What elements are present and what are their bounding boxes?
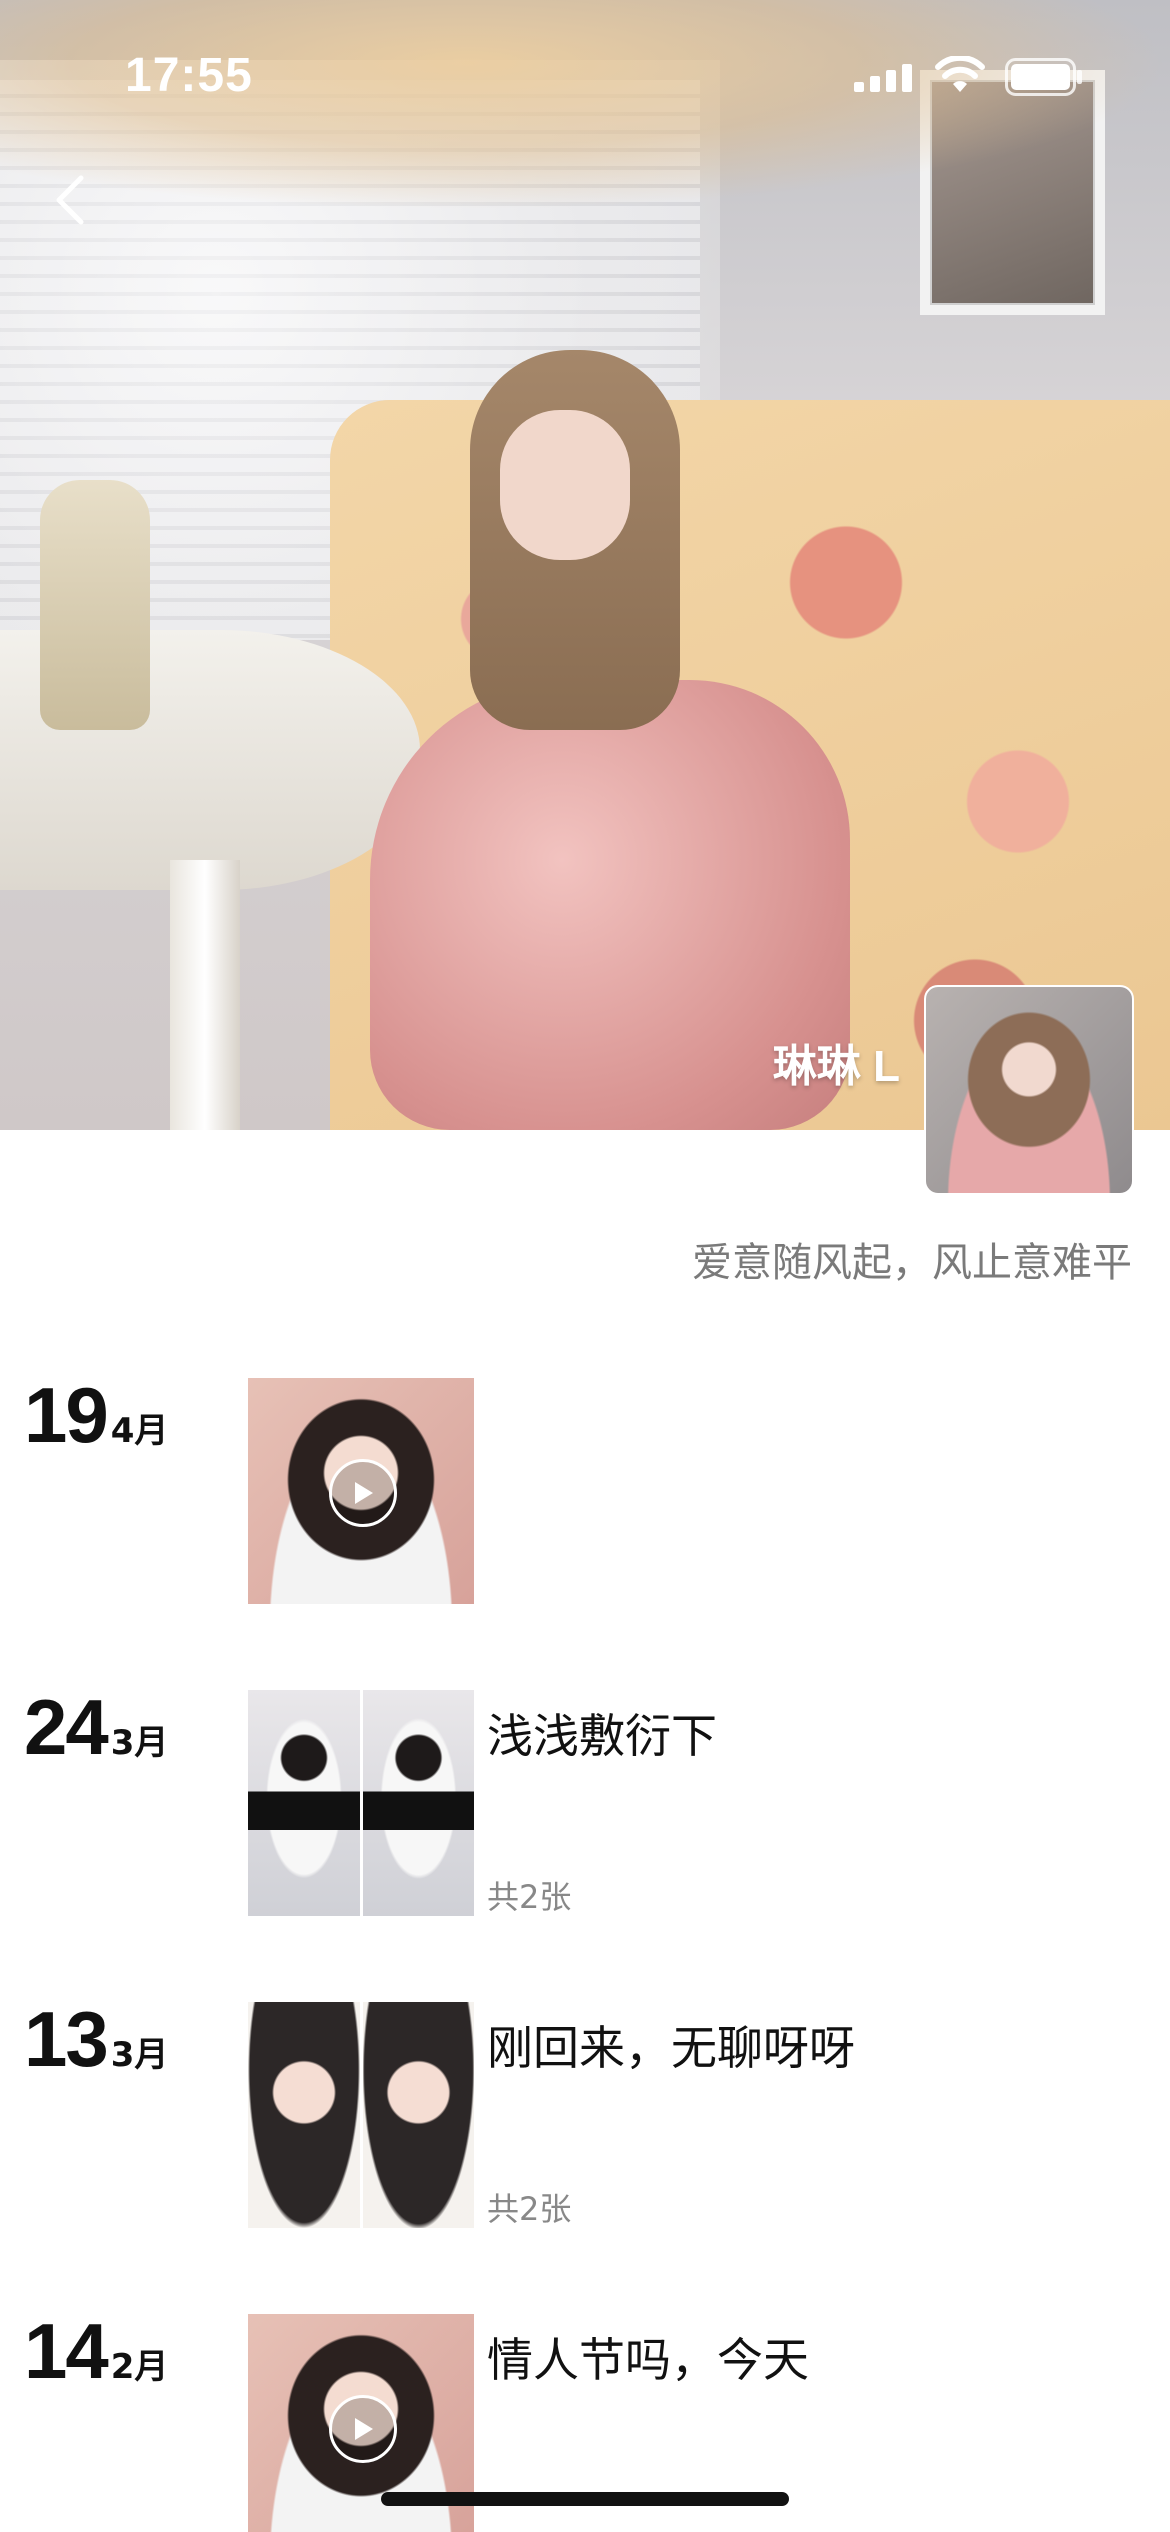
thumbnail-image xyxy=(362,2002,474,2228)
entry-month: 4月 xyxy=(110,1411,169,1451)
entry-day: 13 xyxy=(24,1995,109,2083)
entry-date: 19 4月 xyxy=(24,1370,168,1461)
entry-caption: 浅浅敷衍下 xyxy=(487,1709,717,1763)
entry-caption: 情人节吗，今天 xyxy=(487,2333,809,2387)
entry-caption: 刚回来，无聊呀呀 xyxy=(487,2021,855,2075)
timeline-entry[interactable]: 24 3月 浅浅敷衍下 共2张 xyxy=(0,1682,1170,1916)
entry-date: 24 3月 xyxy=(24,1682,168,1773)
play-icon xyxy=(329,2395,397,2463)
entry-photo-grid[interactable] xyxy=(248,1690,474,1916)
avatar[interactable] xyxy=(924,985,1134,1195)
thumbnail-image xyxy=(362,1690,474,1916)
entry-month: 2月 xyxy=(110,2347,169,2387)
profile-name: 琳琳 L xyxy=(772,1042,900,1091)
status-bar: 17:55 xyxy=(0,0,1170,150)
wifi-icon xyxy=(935,56,985,92)
back-button[interactable] xyxy=(40,170,100,230)
chevron-left-icon xyxy=(56,175,84,225)
play-icon xyxy=(329,1459,397,1527)
entry-month: 3月 xyxy=(110,2035,169,2075)
cover-vase xyxy=(40,480,150,730)
entry-date: 13 3月 xyxy=(24,1994,168,2085)
entry-day: 14 xyxy=(24,2307,109,2395)
entry-photo-count: 共2张 xyxy=(487,1878,572,1916)
entry-day: 19 xyxy=(24,1371,109,1459)
timeline-entry[interactable]: 13 3月 刚回来，无聊呀呀 共2张 xyxy=(0,1994,1170,2228)
battery-icon xyxy=(1005,58,1082,96)
home-indicator[interactable] xyxy=(381,2492,789,2506)
entry-photo-grid[interactable] xyxy=(248,2002,474,2228)
cover-photo[interactable] xyxy=(0,0,1170,1130)
entry-video-thumbnail[interactable] xyxy=(248,1378,474,1604)
thumbnail-image xyxy=(248,2002,360,2228)
cover-person-face xyxy=(500,410,630,560)
entry-day: 24 xyxy=(24,1683,109,1771)
entry-date: 14 2月 xyxy=(24,2306,168,2397)
moments-profile-page: 17:55 琳琳 L 爱意随风起，风止意难平 19 4月 24 3月 浅浅敷衍下… xyxy=(0,0,1170,2532)
profile-signature: 爱意随风起，风止意难平 xyxy=(692,1240,1132,1286)
thumbnail-image xyxy=(248,1690,360,1916)
cellular-signal-icon xyxy=(854,64,912,92)
cover-person xyxy=(350,350,850,1130)
entry-photo-count: 共2张 xyxy=(487,2190,572,2228)
status-time: 17:55 xyxy=(125,49,253,102)
timeline-entry[interactable]: 19 4月 xyxy=(0,1370,1170,1604)
entry-month: 3月 xyxy=(110,1723,169,1763)
